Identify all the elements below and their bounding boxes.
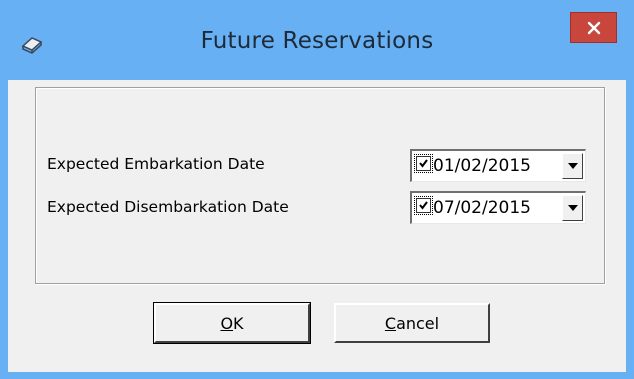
cancel-label-rest: ancel (396, 313, 440, 333)
dialog-window: Future Reservations Expected Embarkation… (0, 0, 634, 379)
check-icon (419, 201, 428, 210)
date-groupbox (35, 87, 605, 284)
embarkation-date-picker[interactable]: 01/02/2015 (410, 149, 586, 182)
close-button[interactable] (570, 12, 617, 43)
chevron-down-icon (567, 163, 578, 169)
embarkation-date-value[interactable]: 01/02/2015 (433, 156, 531, 176)
cancel-mnemonic: C (384, 313, 397, 333)
ok-mnemonic: O (220, 313, 234, 333)
window-title: Future Reservations (200, 28, 434, 54)
embarkation-label: Expected Embarkation Date (47, 155, 265, 173)
embarkation-checkbox[interactable] (414, 154, 433, 173)
chevron-down-icon (567, 205, 578, 211)
disembarkation-dropdown-button[interactable] (562, 195, 583, 221)
check-icon (419, 159, 428, 168)
dialog-body: Expected Embarkation Date 01/02/2015 Exp… (8, 80, 626, 372)
embarkation-dropdown-button[interactable] (562, 153, 583, 179)
disembarkation-label: Expected Disembarkation Date (47, 198, 289, 216)
title-bar[interactable]: Future Reservations (0, 0, 634, 80)
disembarkation-checkbox[interactable] (414, 196, 433, 215)
disembarkation-date-picker[interactable]: 07/02/2015 (410, 191, 586, 224)
disembarkation-date-value[interactable]: 07/02/2015 (433, 198, 531, 218)
close-icon (587, 21, 600, 34)
ok-button[interactable]: OK (153, 302, 311, 344)
cancel-button[interactable]: Cancel (334, 303, 490, 343)
ok-label-rest: K (233, 313, 244, 333)
